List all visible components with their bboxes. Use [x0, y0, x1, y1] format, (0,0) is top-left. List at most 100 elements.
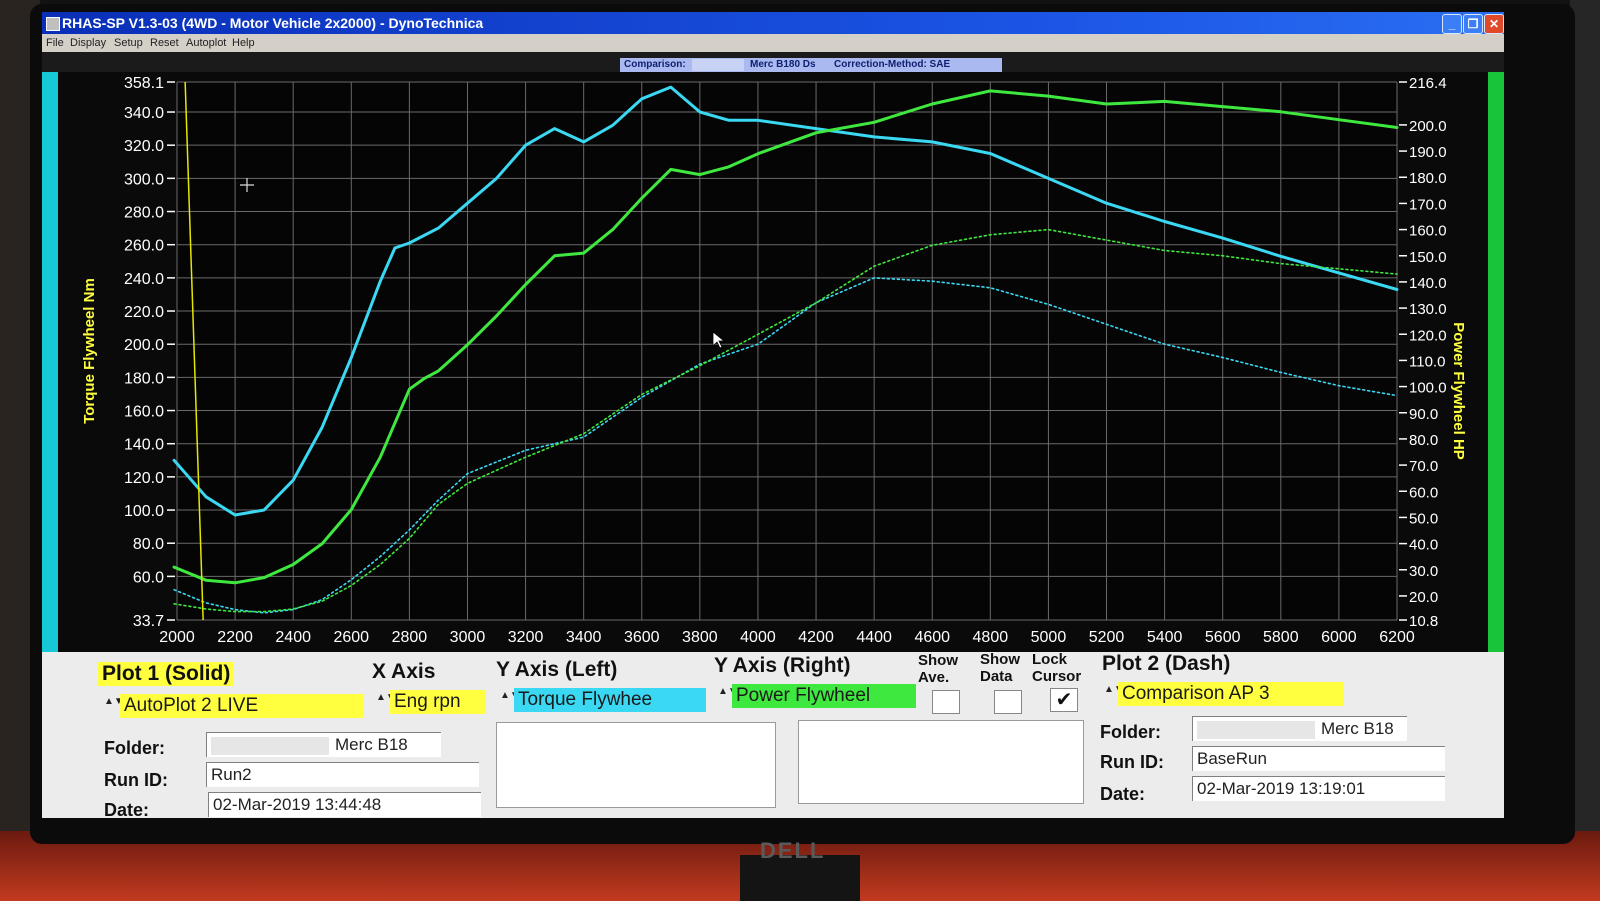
plot1-spinner[interactable]: ▲▼: [104, 696, 124, 720]
y-left-tick-label: 80.0: [133, 536, 164, 553]
plot1-folder-label: Folder:: [104, 738, 165, 758]
y-left-spinner[interactable]: ▲▼: [500, 690, 520, 714]
y-right-tick-label: 70.0: [1409, 458, 1438, 475]
plot1-runid-field[interactable]: Run2: [206, 762, 479, 787]
y-right-tick-label: 190.0: [1409, 144, 1447, 161]
plot2-source-select[interactable]: Comparison AP 3: [1118, 682, 1344, 706]
x-tick-label: 3000: [450, 629, 486, 646]
y-left-tick-label: 300.0: [124, 171, 164, 188]
y-right-tick-label: 30.0: [1409, 563, 1438, 580]
y-left-tick-label: 358.1: [124, 75, 164, 92]
plot2-runid-field[interactable]: BaseRun: [1192, 746, 1445, 771]
x-tick-label: 3600: [624, 629, 660, 646]
y-right-tick-label: 100.0: [1409, 380, 1447, 397]
y-left-tick-label: 320.0: [124, 138, 164, 155]
y-right-tick-label: 160.0: [1409, 223, 1447, 240]
redacted-block: [692, 59, 744, 71]
x-tick-label: 4000: [740, 629, 776, 646]
x-tick-label: 6200: [1379, 629, 1415, 646]
x-axis-spinner[interactable]: ▲▼: [376, 692, 396, 716]
correction-method: Correction-Method: SAE: [834, 59, 951, 70]
y-left-select[interactable]: Torque Flywhee: [514, 688, 706, 712]
y-right-tick-label: 60.0: [1409, 484, 1438, 501]
y-right-tick-label: 180.0: [1409, 170, 1447, 187]
y-left-tick-label: 120.0: [124, 470, 164, 487]
comparison-info-bar: Comparison: Merc B180 Ds Correction-Meth…: [620, 58, 1002, 72]
x-tick-label: 2600: [333, 629, 369, 646]
control-panel: Plot 1 (Solid) ▲▼ AutoPlot 2 LIVE Folder…: [42, 652, 1504, 818]
show-ave-label-1: Show: [918, 652, 958, 669]
y-left-tick-label: 220.0: [124, 304, 164, 321]
plot1-date-label: Date:: [104, 800, 150, 818]
plot1-folder-field[interactable]: Merc B18: [206, 732, 441, 757]
y-right-tick-label: 90.0: [1409, 406, 1438, 423]
monitor-brand-logo: DELL: [760, 838, 826, 863]
y-left-tick-label: 33.7: [133, 613, 164, 630]
y-left-tick-label: 160.0: [124, 404, 164, 421]
plot1-source-select[interactable]: AutoPlot 2 LIVE: [120, 694, 364, 718]
show-data-label-2: Data: [980, 668, 1013, 685]
maximize-button[interactable]: ❐: [1463, 14, 1483, 34]
y-right-tick-label: 150.0: [1409, 249, 1447, 266]
app-window: RHAS-SP V1.3-03 (4WD - Motor Vehicle 2x2…: [42, 12, 1504, 818]
app-icon: [46, 17, 60, 31]
y-right-tick-label: 130.0: [1409, 301, 1447, 318]
x-tick-label: 5200: [1089, 629, 1125, 646]
comparison-label: Comparison:: [624, 59, 686, 70]
x-tick-label: 2200: [217, 629, 253, 646]
y-left-data-box: [496, 722, 776, 808]
x-tick-label: 5000: [1031, 629, 1067, 646]
menu-autoplot[interactable]: Autoplot: [186, 34, 226, 52]
x-tick-label: 3200: [508, 629, 544, 646]
plot2-folder-label: Folder:: [1100, 722, 1161, 742]
x-tick-label: 5800: [1263, 629, 1299, 646]
y-right-data-box: [798, 720, 1084, 804]
y-right-tick-label: 140.0: [1409, 275, 1447, 292]
chart-canvas[interactable]: 2000 2200 2400 2600 2800 3000 3200 3400 3600 3800…: [42, 72, 1504, 652]
y-left-tick-label: 180.0: [124, 370, 164, 387]
plot2-folder-value: Merc B18: [1321, 719, 1394, 738]
show-data-checkbox[interactable]: [994, 690, 1022, 714]
menu-file[interactable]: File: [46, 34, 64, 52]
comparison-vehicle: Merc B180 Ds: [750, 59, 816, 70]
x-axis-select[interactable]: Eng rpn: [390, 690, 486, 714]
menu-reset[interactable]: Reset: [150, 34, 179, 52]
y-right-spinner[interactable]: ▲▼: [718, 686, 738, 710]
plot1-header: Plot 1 (Solid): [98, 662, 235, 686]
redacted-block: [1197, 720, 1315, 739]
y-left-tick-label: 340.0: [124, 105, 164, 122]
menu-bar: File Display Setup Reset Autoplot Help: [42, 34, 1504, 52]
plot2-date-label: Date:: [1100, 784, 1146, 804]
y-left-tick-label: 200.0: [124, 337, 164, 354]
monitor-photo: DELL RHAS-SP V1.3-03 (4WD - Motor Vehicl…: [0, 0, 1600, 901]
plot2-date-field[interactable]: 02-Mar-2019 13:19:01: [1192, 776, 1445, 801]
plot1-runid-label: Run ID:: [104, 770, 168, 790]
menu-help[interactable]: Help: [232, 34, 255, 52]
lock-cursor-checkbox[interactable]: ✔: [1050, 688, 1078, 712]
menu-setup[interactable]: Setup: [114, 34, 143, 52]
x-tick-label: 4200: [798, 629, 834, 646]
show-ave-checkbox[interactable]: [932, 690, 960, 714]
chart-grid: [176, 81, 1398, 621]
close-button[interactable]: ✕: [1484, 14, 1504, 34]
menu-display[interactable]: Display: [70, 34, 106, 52]
y-right-axis-title: Power Flywheel HP: [1450, 322, 1467, 460]
y-left-axis-title: Torque Flywheel Nm: [81, 278, 98, 424]
lock-cursor-label-1: Lock: [1032, 651, 1068, 668]
y-left-tick-label: 240.0: [124, 271, 164, 288]
y-right-header: Y Axis (Right): [714, 654, 851, 677]
show-ave-label-2: Ave.: [918, 669, 950, 686]
x-tick-label: 5400: [1147, 629, 1183, 646]
show-data-label-1: Show: [980, 651, 1020, 668]
y-right-tick-label: 40.0: [1409, 537, 1438, 554]
minimize-button[interactable]: _: [1442, 14, 1462, 34]
plot2-runid-label: Run ID:: [1100, 752, 1164, 772]
x-tick-label: 4400: [856, 629, 892, 646]
y-right-select[interactable]: Power Flywheel: [732, 684, 916, 708]
plot2-spinner[interactable]: ▲▼: [1104, 684, 1124, 708]
plot1-date-field[interactable]: 02-Mar-2019 13:44:48: [208, 792, 481, 817]
y-left-tick-label: 280.0: [124, 205, 164, 222]
plot2-folder-field[interactable]: Merc B18: [1192, 716, 1407, 741]
y-right-tick-label: 20.0: [1409, 589, 1438, 606]
y-left-tick-label: 260.0: [124, 238, 164, 255]
